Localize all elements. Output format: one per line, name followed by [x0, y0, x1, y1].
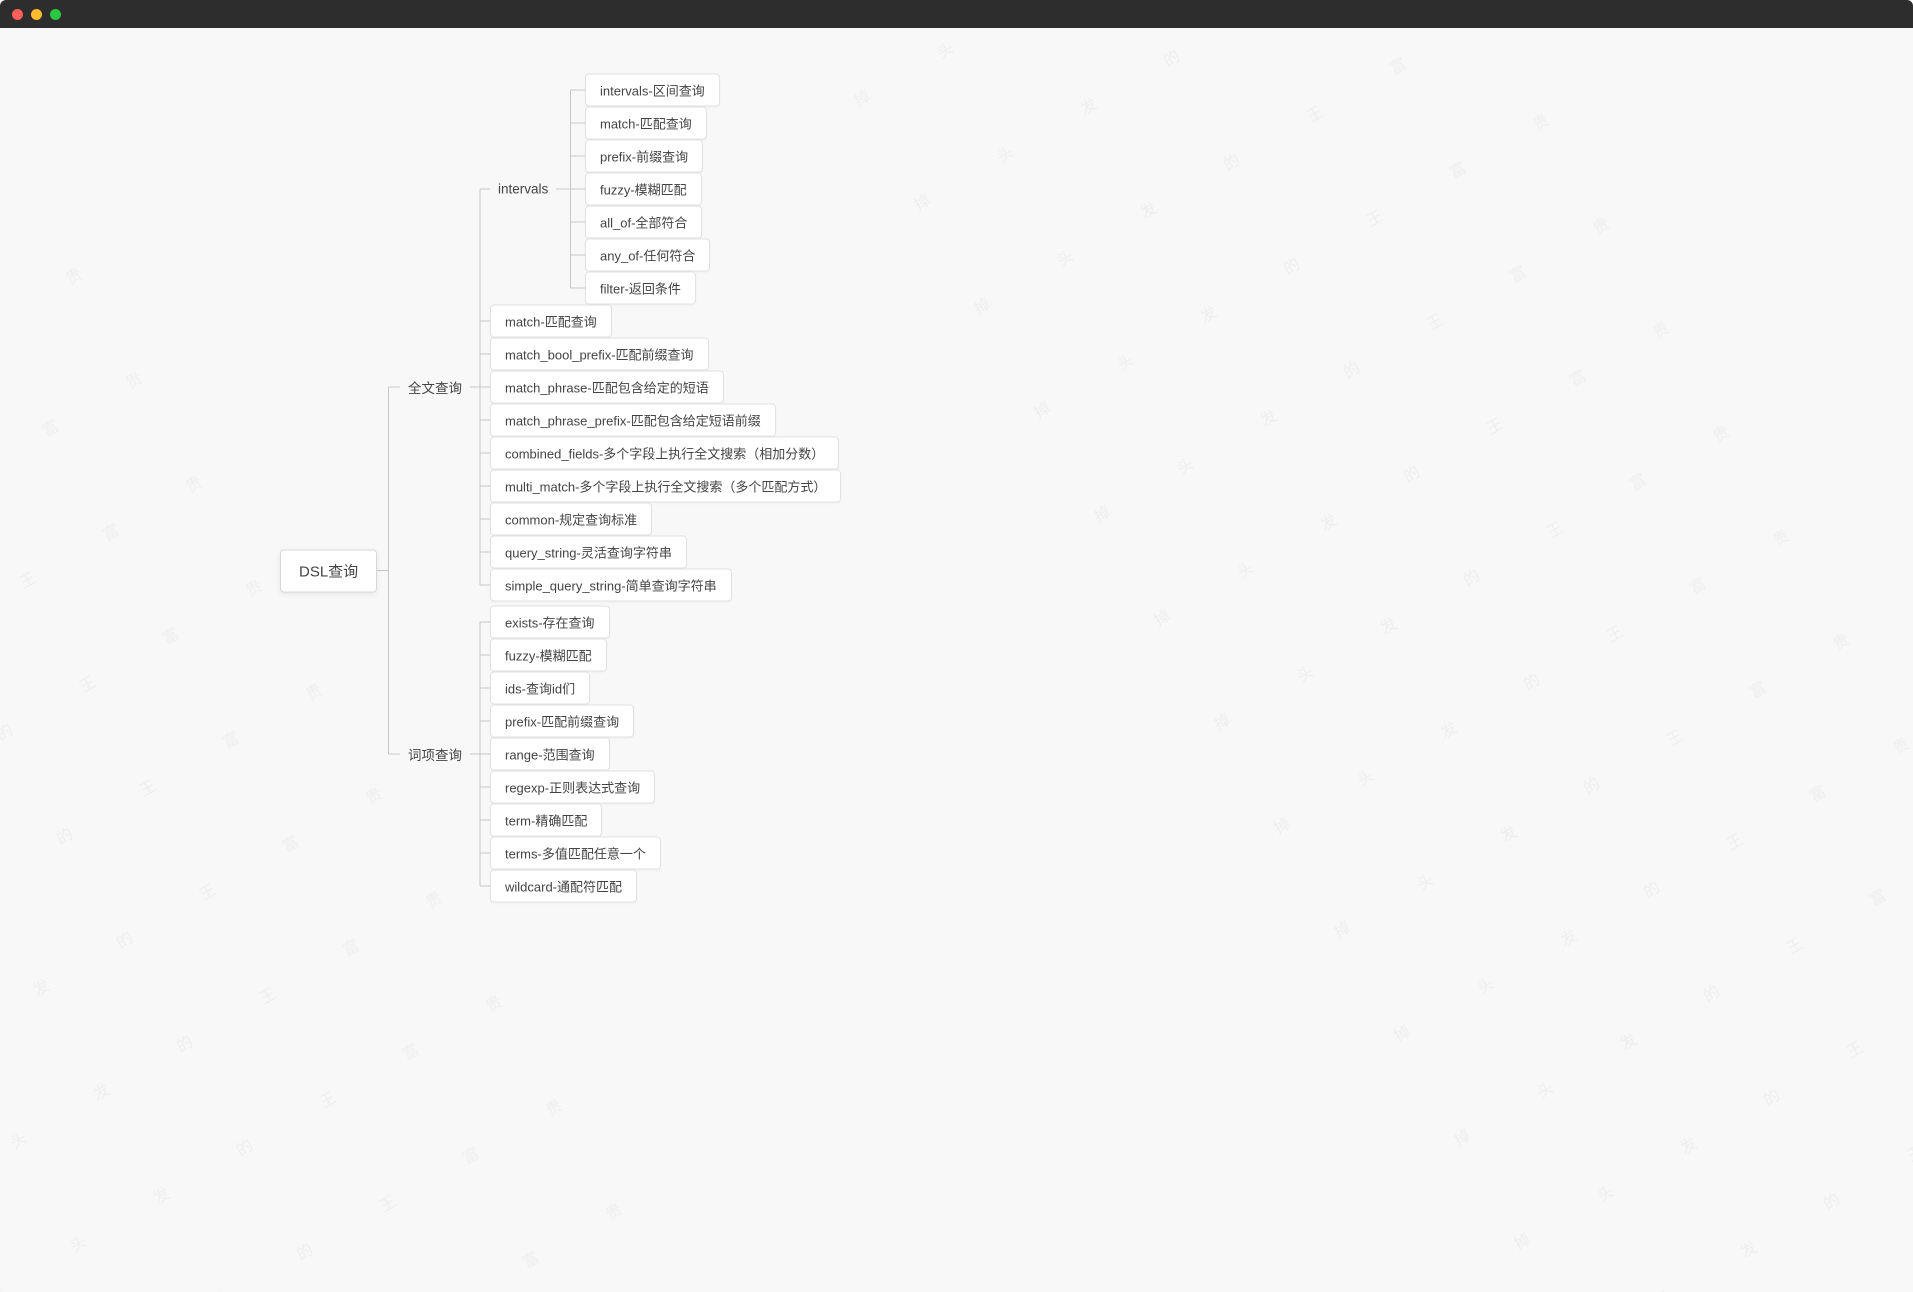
- node-fulltext-child[interactable]: common-规定查询标准: [490, 503, 652, 536]
- node-term-child[interactable]: wildcard-通配符匹配: [490, 870, 637, 903]
- node-intervals-child[interactable]: prefix-前缀查询: [585, 140, 703, 173]
- node-intervals[interactable]: intervals: [490, 178, 556, 201]
- maximize-icon[interactable]: [50, 9, 61, 20]
- node-term-child[interactable]: term-精确匹配: [490, 804, 602, 837]
- node-root[interactable]: DSL查询: [280, 549, 377, 592]
- node-term-child[interactable]: fuzzy-模糊匹配: [490, 639, 607, 672]
- node-fulltext-child[interactable]: match_phrase_prefix-匹配包含给定短语前缀: [490, 404, 776, 437]
- node-intervals-child[interactable]: all_of-全部符合: [585, 206, 702, 239]
- node-term-child[interactable]: range-范围查询: [490, 738, 610, 771]
- node-fulltext-child[interactable]: multi_match-多个字段上执行全文搜索（多个匹配方式）: [490, 470, 841, 503]
- node-intervals-child[interactable]: any_of-任何符合: [585, 239, 710, 272]
- node-fulltext-child[interactable]: match_bool_prefix-匹配前缀查询: [490, 338, 709, 371]
- node-fulltext-child[interactable]: simple_query_string-简单查询字符串: [490, 569, 732, 602]
- node-fulltext-child[interactable]: query_string-灵活查询字符串: [490, 536, 687, 569]
- node-intervals-child[interactable]: filter-返回条件: [585, 272, 696, 305]
- node-category-fulltext[interactable]: 全文查询: [400, 373, 470, 401]
- mindmap-canvas[interactable]: 掉头发的王富贵 掉头发的王富贵 掉头发的王富贵 掉头发的王富贵 掉头发的王富贵 …: [0, 28, 1913, 1292]
- node-intervals-child[interactable]: match-匹配查询: [585, 107, 707, 140]
- watermark: 掉头发的王富贵 掉头发的王富贵 掉头发的王富贵 掉头发的王富贵 掉头发的王富贵 …: [0, 28, 1913, 1292]
- minimize-icon[interactable]: [31, 9, 42, 20]
- node-fulltext-child[interactable]: combined_fields-多个字段上执行全文搜索（相加分数）: [490, 437, 839, 470]
- close-icon[interactable]: [12, 9, 23, 20]
- node-category-term[interactable]: 词项查询: [400, 740, 470, 768]
- node-term-child[interactable]: ids-查询id们: [490, 672, 590, 705]
- node-term-child[interactable]: terms-多值匹配任意一个: [490, 837, 661, 870]
- window-titlebar: [0, 0, 1913, 28]
- node-intervals-child[interactable]: fuzzy-模糊匹配: [585, 173, 702, 206]
- node-fulltext-child[interactable]: match_phrase-匹配包含给定的短语: [490, 371, 724, 404]
- node-fulltext-child[interactable]: match-匹配查询: [490, 305, 612, 338]
- node-term-child[interactable]: regexp-正则表达式查询: [490, 771, 655, 804]
- node-term-child[interactable]: exists-存在查询: [490, 606, 610, 639]
- node-term-child[interactable]: prefix-匹配前缀查询: [490, 705, 634, 738]
- connector-lines: [0, 28, 1913, 1292]
- node-intervals-child[interactable]: intervals-区间查询: [585, 74, 720, 107]
